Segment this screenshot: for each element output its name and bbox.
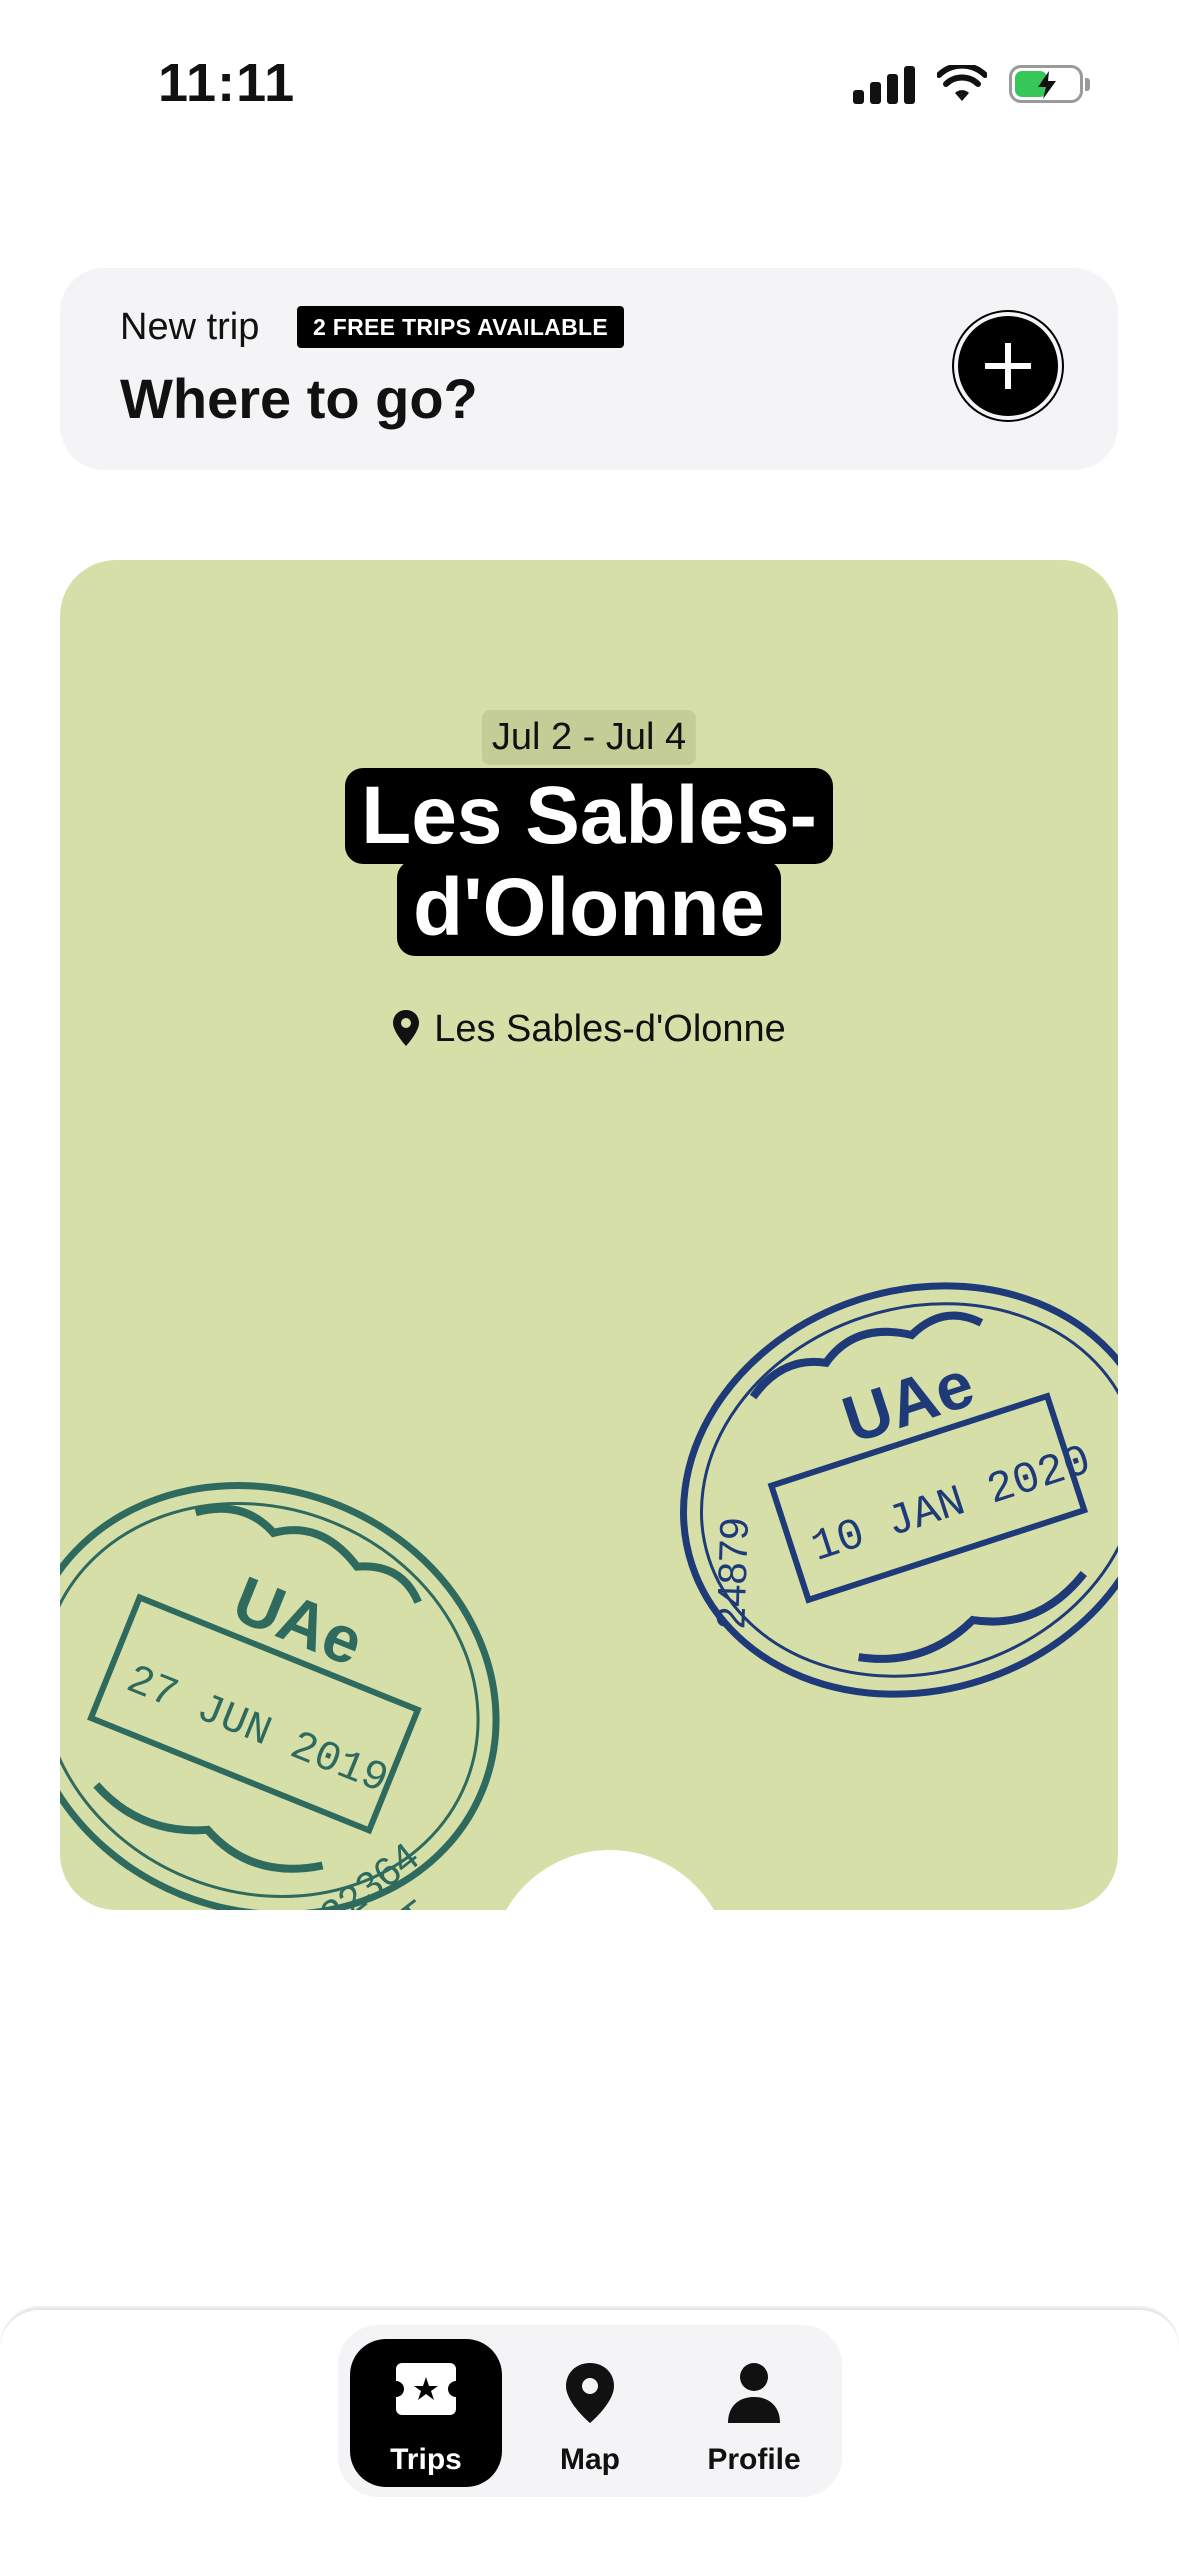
- new-trip-label: New trip: [120, 306, 260, 348]
- passport-stamp-blue: UAe 10 JAN 2020 24879: [680, 1282, 1118, 1698]
- battery-icon: [1009, 65, 1090, 103]
- plus-icon: [985, 343, 1031, 389]
- tab-map-label: Map: [560, 2443, 620, 2476]
- wifi-icon: [937, 65, 987, 101]
- trip-title-line-1: Les Sables-: [345, 768, 833, 864]
- trip-title-line-2: d'Olonne: [396, 860, 782, 956]
- tab-profile[interactable]: Profile: [678, 2339, 830, 2487]
- ticket-star-icon: [396, 2363, 456, 2415]
- add-trip-button[interactable]: [958, 316, 1058, 416]
- tab-profile-label: Profile: [707, 2443, 801, 2476]
- trip-location-text: Les Sables-d'Olonne: [434, 1008, 786, 1050]
- trip-title: Les Sables- d'Olonne: [60, 768, 1118, 956]
- stamp-blue-code: 24879: [709, 1517, 757, 1630]
- tab-bar: Trips Map Profile: [338, 2325, 842, 2497]
- new-trip-title: Where to go?: [120, 367, 478, 430]
- person-icon: [728, 2363, 780, 2423]
- status-time: 11:11: [158, 53, 296, 113]
- free-trips-badge: 2 FREE TRIPS AVAILABLE: [297, 306, 624, 348]
- map-pin-icon: [566, 2363, 614, 2423]
- trip-dates: Jul 2 - Jul 4: [481, 710, 697, 765]
- trip-card[interactable]: Jul 2 - Jul 4 Les Sables- d'Olonne Les S…: [60, 560, 1118, 1910]
- passport-stamp-green: UAe 27 JUN 2019 22364 EXIT: [60, 1482, 500, 1910]
- cellular-signal-icon: [853, 64, 915, 104]
- trip-location: Les Sables-d'Olonne: [60, 1008, 1118, 1051]
- tab-map[interactable]: Map: [514, 2339, 666, 2487]
- new-trip-card[interactable]: New trip 2 FREE TRIPS AVAILABLE Where to…: [60, 268, 1118, 470]
- status-icons: [853, 64, 1090, 104]
- tab-trips-label: Trips: [390, 2443, 462, 2476]
- tab-trips[interactable]: Trips: [350, 2339, 502, 2487]
- location-pin-icon: [393, 1010, 420, 1046]
